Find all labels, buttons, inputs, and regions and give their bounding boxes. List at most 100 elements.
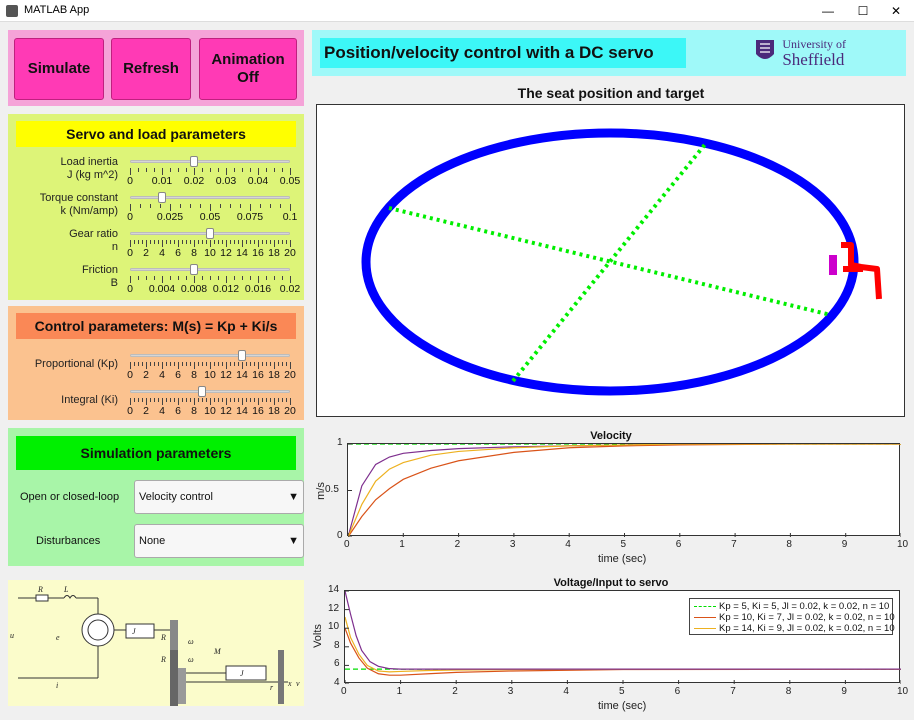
slider-tick-label: 14 bbox=[236, 247, 248, 259]
param-label-line1: Torque constant bbox=[39, 192, 118, 204]
control-parameters-panel: Control parameters: M(s) = Kp + Ki/s Pro… bbox=[8, 306, 304, 420]
slider-tick-label: 16 bbox=[252, 369, 264, 381]
slider-tick-label: 8 bbox=[191, 405, 197, 417]
param-label-line1: Gear ratio bbox=[69, 228, 118, 240]
slider-tick-label: 12 bbox=[220, 405, 232, 417]
logo-line2: Sheffield bbox=[782, 50, 845, 69]
target-diagonal-2 bbox=[511, 140, 709, 383]
schematic-label-jm: J bbox=[132, 627, 136, 636]
page-title: Position/velocity control with a DC serv… bbox=[320, 38, 686, 68]
slider-tick-label: 20 bbox=[284, 247, 296, 259]
x-tick-label: 5 bbox=[620, 539, 627, 550]
animation-toggle-button[interactable]: Animation Off bbox=[199, 38, 297, 100]
slider-thumb[interactable] bbox=[190, 156, 198, 167]
param-label-line1: Load inertia bbox=[60, 156, 119, 168]
y-tick-label: 10 bbox=[328, 621, 340, 633]
slider-tick-label: 20 bbox=[284, 369, 296, 381]
schematic-label-ia: i bbox=[56, 681, 58, 690]
slider-tick-label: 8 bbox=[191, 369, 197, 381]
slider-tick-label: 0.02 bbox=[279, 283, 301, 295]
window-titlebar: MATLAB App — ☐ ✕ bbox=[0, 0, 914, 22]
slider-thumb[interactable] bbox=[206, 228, 214, 239]
seat-plot-title: The seat position and target bbox=[517, 85, 705, 101]
x-tick-label: 9 bbox=[841, 686, 847, 697]
slider-tick-label: 0.1 bbox=[282, 211, 298, 223]
app-header-banner: Position/velocity control with a DC serv… bbox=[312, 30, 906, 76]
y-tick-label: 8 bbox=[334, 639, 340, 651]
slider-tick-label: 0.025 bbox=[156, 211, 184, 223]
slider-tick-label: 12 bbox=[220, 369, 232, 381]
slider-tick-label: 2 bbox=[143, 247, 149, 259]
control-param-label-0: Proportional (Kp) bbox=[34, 358, 118, 370]
slider-tick-label: 4 bbox=[159, 247, 165, 259]
y-tick-label: 0.5 bbox=[325, 483, 339, 495]
schematic-label-ua: u bbox=[10, 631, 14, 640]
slider-track[interactable] bbox=[130, 160, 290, 163]
slider-tick-label: 0 bbox=[127, 211, 133, 223]
simulate-button[interactable]: Simulate bbox=[14, 38, 104, 100]
slider-tick-label: 18 bbox=[268, 405, 280, 417]
slider-track[interactable] bbox=[130, 390, 290, 393]
schematic-label-ra: R bbox=[37, 585, 43, 594]
slider-tick-label: 16 bbox=[252, 405, 264, 417]
voltage-axes[interactable]: Kp = 5, Ki = 5, Jl = 0.02, k = 0.02, n =… bbox=[344, 590, 902, 685]
maximize-button[interactable]: ☐ bbox=[845, 0, 881, 22]
matlab-app-icon bbox=[6, 5, 18, 17]
y-tick-label: 6 bbox=[334, 658, 340, 670]
legend-entry-1: Kp = 5, Ki = 5, Jl = 0.02, k = 0.02, n =… bbox=[694, 601, 889, 612]
voltage-ylabel: Volts bbox=[311, 624, 324, 648]
university-crest-icon bbox=[756, 40, 775, 59]
slider-thumb[interactable] bbox=[198, 386, 206, 397]
servo-param-label-0: Load inertia J (kg m^2) bbox=[61, 156, 119, 182]
x-tick-label: 1 bbox=[399, 539, 405, 550]
loop-mode-dropdown[interactable]: Velocity control ▼ bbox=[134, 480, 304, 514]
seat-position-plot bbox=[361, 128, 882, 396]
animation-button-line2: Off bbox=[237, 69, 259, 86]
series-line-1 bbox=[347, 443, 901, 538]
slider-tick-label: 2 bbox=[143, 369, 149, 381]
slider-track[interactable] bbox=[130, 196, 290, 199]
voltage-plot-title: Voltage/Input to servo bbox=[553, 577, 669, 589]
refresh-button[interactable]: Refresh bbox=[111, 38, 191, 100]
slider-tick-label: 4 bbox=[159, 405, 165, 417]
slider-tick-label: 14 bbox=[236, 405, 248, 417]
series-line-3 bbox=[347, 443, 901, 538]
voltage-legend: Kp = 5, Ki = 5, Jl = 0.02, k = 0.02, n =… bbox=[689, 598, 895, 635]
slider-tick-label: 0 bbox=[127, 283, 133, 295]
x-tick-label: 7 bbox=[730, 686, 736, 697]
seat-marker bbox=[829, 242, 882, 300]
x-tick-label: 10 bbox=[897, 539, 909, 550]
slider-tick-label: 0 bbox=[127, 369, 133, 381]
schematic-label-ml: M bbox=[213, 647, 222, 656]
close-button[interactable]: ✕ bbox=[878, 0, 914, 22]
servo-param-label-3: Friction B bbox=[82, 264, 118, 290]
seat-position-axes[interactable] bbox=[316, 104, 905, 417]
schematic-label-v: v bbox=[296, 679, 300, 688]
velocity-axes[interactable] bbox=[347, 443, 902, 538]
slider-thumb[interactable] bbox=[238, 350, 246, 361]
schematic-label-wl: ω bbox=[188, 655, 194, 664]
loop-mode-value: Velocity control bbox=[139, 491, 213, 503]
slider-tick-label: 0 bbox=[127, 247, 133, 259]
param-label-line2: J (kg m^2) bbox=[67, 169, 118, 181]
slider-tick-label: 0.01 bbox=[151, 175, 173, 187]
slider-tick-label: 0 bbox=[127, 405, 133, 417]
schematic-label-r: r bbox=[270, 683, 274, 692]
x-tick-label: 8 bbox=[785, 686, 792, 697]
x-tick-label: 6 bbox=[674, 686, 681, 697]
chevron-down-icon: ▼ bbox=[288, 491, 299, 503]
slider-tick-label: 6 bbox=[175, 247, 181, 259]
disturbances-dropdown[interactable]: None ▼ bbox=[134, 524, 304, 558]
legend-entry-2: Kp = 10, Ki = 7, Jl = 0.02, k = 0.02, n … bbox=[694, 612, 895, 623]
schematic-label-r1: R bbox=[160, 633, 166, 642]
servo-schematic-diagram: R L u e i J R R ω ω M J r x v bbox=[10, 585, 300, 706]
minimize-button[interactable]: — bbox=[810, 0, 846, 22]
slider-track[interactable] bbox=[130, 268, 290, 271]
slider-tick-label: 10 bbox=[204, 405, 216, 417]
x-tick-label: 5 bbox=[619, 686, 625, 697]
slider-tick-label: 0.04 bbox=[247, 175, 269, 187]
slider-tick-label: 0.008 bbox=[180, 283, 208, 295]
slider-track[interactable] bbox=[130, 354, 290, 357]
slider-thumb[interactable] bbox=[158, 192, 166, 203]
slider-thumb[interactable] bbox=[190, 264, 198, 275]
